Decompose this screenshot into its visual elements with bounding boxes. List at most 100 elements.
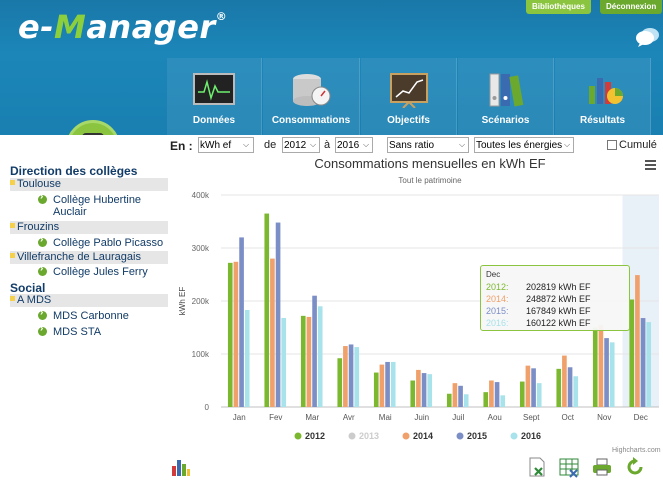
y-tick-label: 400k — [192, 191, 210, 200]
y-tick-label: 200k — [192, 297, 210, 306]
chart-subtitle: Tout le patrimoine — [398, 176, 462, 185]
bibliotheques-link[interactable]: Bibliothèques — [526, 0, 591, 14]
bar-2015-mar — [312, 295, 317, 407]
tree-group-title[interactable]: Social — [10, 281, 168, 295]
chart-menu-icon[interactable] — [645, 160, 656, 170]
tooltip-row: 2012: 202819 kWh EF — [486, 281, 624, 293]
bar-2016-dec — [646, 322, 652, 407]
bar-2014-aou — [489, 380, 494, 407]
bar-2015-juin — [421, 373, 427, 407]
x-tick-label: Fev — [269, 413, 282, 422]
refresh-icon[interactable] — [624, 456, 646, 478]
x-tick-label: Mar — [305, 413, 319, 422]
x-tick-label: Mai — [379, 413, 392, 422]
bar-2016-aou — [500, 395, 506, 407]
tree-group-title[interactable]: Direction des collèges — [10, 164, 168, 178]
logo-prefix: e- — [18, 8, 54, 46]
tree-area-label: Villefranche de Lauragais — [17, 251, 141, 263]
bar-2012-juin — [410, 380, 416, 407]
bar-chart-icon[interactable] — [170, 456, 192, 478]
bar-2015-sept — [531, 368, 536, 407]
tree-area-label: Toulouse — [17, 178, 62, 190]
bar-2015-dec — [640, 318, 646, 407]
tree-area[interactable]: A MDS — [10, 294, 168, 307]
nav-scenarios[interactable]: Scénarios — [458, 58, 554, 135]
nav-consommations[interactable]: Consommations — [263, 58, 360, 135]
tooltip-row: 2015: 167849 kWh EF — [486, 305, 624, 317]
tree-leaf-label: MDS Carbonne — [53, 310, 129, 322]
y-tick-label: 300k — [192, 244, 210, 253]
arrow-bullet-icon — [38, 323, 47, 336]
tree-leaf[interactable]: MDS STA — [38, 323, 168, 339]
bar-2014-mai — [379, 364, 385, 407]
legend-marker-2013 — [348, 432, 356, 440]
bar-2014-juil — [452, 383, 458, 407]
highcharts-credit[interactable]: Highcharts.com — [612, 447, 661, 454]
tree-area[interactable]: Toulouse — [10, 178, 168, 191]
nav-objectifs[interactable]: Objectifs — [361, 58, 457, 135]
nav-label: Données — [192, 115, 236, 126]
nav-resultats[interactable]: Résultats — [555, 58, 651, 135]
energy-select[interactable]: Toutes les énergies — [474, 137, 574, 153]
logo-registered: ® — [215, 10, 228, 23]
legend-label: 2016 — [521, 431, 541, 441]
tooltip-value: 202819 kWh EF — [526, 282, 591, 292]
bar-2015-jan — [239, 237, 244, 407]
monitor-chart-icon — [193, 73, 235, 105]
bar-2016-juin — [427, 374, 433, 407]
bar-2014-avr — [343, 346, 348, 407]
tree-leaf[interactable]: Collège Hubertine Auclair — [38, 191, 168, 220]
bar-2016-jan — [244, 310, 250, 407]
grid-export-icon[interactable] — [558, 456, 580, 478]
bar-2016-oct — [573, 376, 579, 407]
x-tick-label: Nov — [597, 413, 611, 422]
tree-area[interactable]: Frouzins — [10, 221, 168, 234]
tree-leaf-label: MDS STA — [53, 326, 102, 338]
nav-label: Consommations — [271, 115, 351, 126]
from-year-select[interactable]: 2012 — [282, 137, 320, 153]
y-axis-label: kWh EF — [178, 287, 187, 316]
chat-icon[interactable] — [634, 26, 660, 48]
excel-export-icon[interactable] — [526, 456, 548, 478]
bar-2012-avr — [337, 358, 343, 407]
logo-rest: anager — [86, 8, 216, 46]
de-label: de — [264, 139, 277, 151]
x-tick-label: Juil — [452, 413, 464, 422]
app-header: e-Manager® Bibliothèques Déconnexion Don… — [0, 0, 663, 135]
to-year-select[interactable]: 2016 — [335, 137, 373, 153]
unit-select[interactable]: kWh ef — [198, 137, 254, 153]
tree-area[interactable]: Villefranche de Lauragais — [10, 251, 168, 264]
tree-leaf[interactable]: Collège Pablo Picasso — [38, 234, 168, 250]
x-tick-label: Dec — [634, 413, 648, 422]
deconnexion-link[interactable]: Déconnexion — [600, 0, 663, 14]
tree-leaf[interactable]: Collège Jules Ferry — [38, 263, 168, 279]
target-board-icon — [389, 73, 428, 108]
x-tick-label: Jan — [233, 413, 246, 422]
legend-marker-2016 — [510, 432, 518, 440]
x-tick-label: Aou — [488, 413, 502, 422]
tooltip-year: 2014: — [486, 294, 509, 304]
print-icon[interactable] — [591, 456, 613, 478]
bar-2012-mar — [300, 315, 306, 407]
ratio-select[interactable]: Sans ratio — [387, 137, 469, 153]
nav-label: Résultats — [579, 115, 625, 126]
bar-2014-jan — [233, 261, 239, 407]
arrow-bullet-icon — [38, 307, 47, 320]
y-tick-label: 0 — [205, 403, 210, 412]
bar-2012-juil — [446, 393, 452, 407]
bar-2014-oct — [562, 355, 567, 407]
nav-donnees[interactable]: Données — [167, 58, 262, 135]
tree-leaf[interactable]: MDS Carbonne — [38, 307, 168, 323]
bar-2016-nov — [609, 342, 615, 407]
bar-2016-juil — [463, 394, 469, 407]
bar-2016-mai — [390, 361, 396, 407]
bar-2012-aou — [483, 392, 489, 407]
legend-marker-2015 — [456, 432, 464, 440]
meter-icon[interactable] — [66, 120, 120, 135]
bar-2016-mar — [317, 306, 323, 407]
tooltip-year: 2016: — [486, 318, 509, 328]
cumule-checkbox[interactable] — [607, 140, 617, 150]
bar-2015-oct — [567, 367, 573, 407]
folder-icon — [10, 253, 15, 258]
folder-icon — [10, 180, 15, 185]
